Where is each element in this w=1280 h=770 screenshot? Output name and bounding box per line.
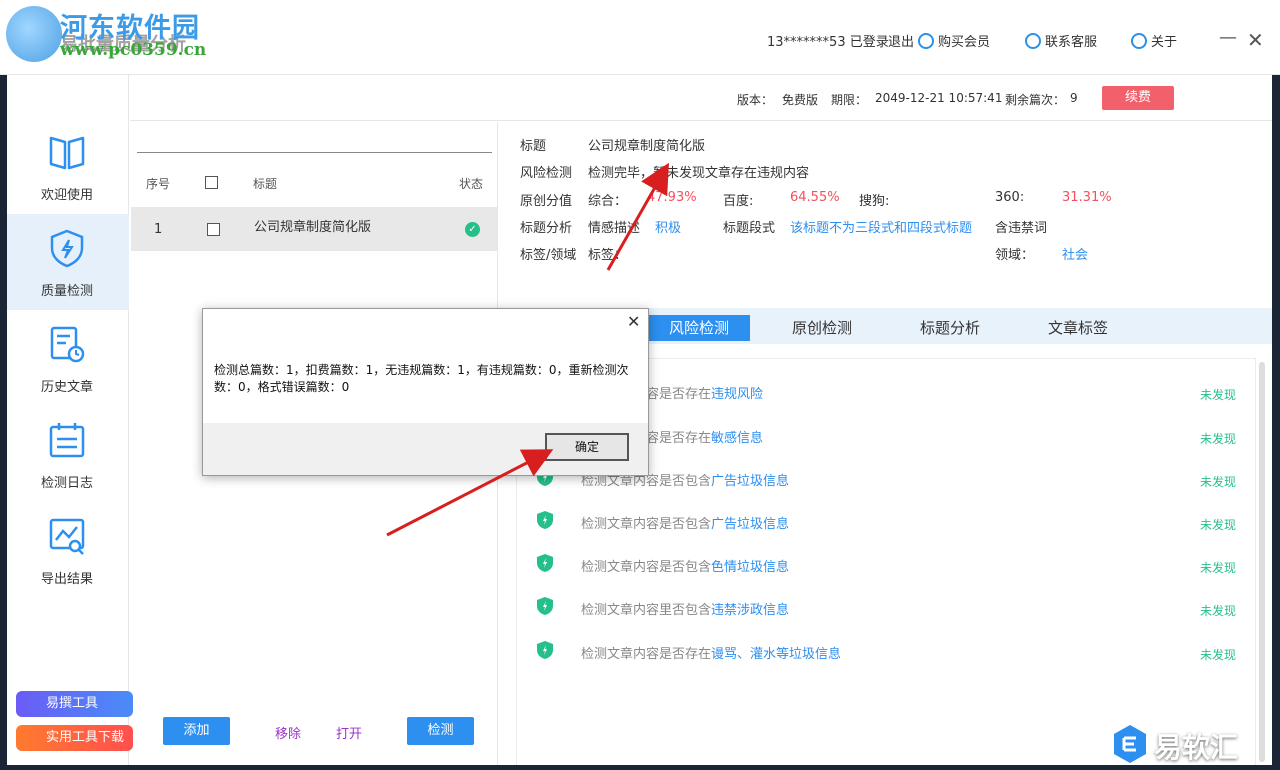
corner-logo-text: 易软汇 [1154,731,1239,764]
corner-logo-icon [1114,725,1146,763]
annotation-arrows [386,162,669,537]
window-edge-bottom [0,765,1280,770]
app-window: 易批量质量分析 河东软件园 www.pc0359.cn 13*******53 … [0,0,1280,770]
arrow-to-ok-button [386,449,554,537]
corner-logo: 易软汇 [1106,718,1280,770]
arrow-to-risk-result [606,162,669,271]
